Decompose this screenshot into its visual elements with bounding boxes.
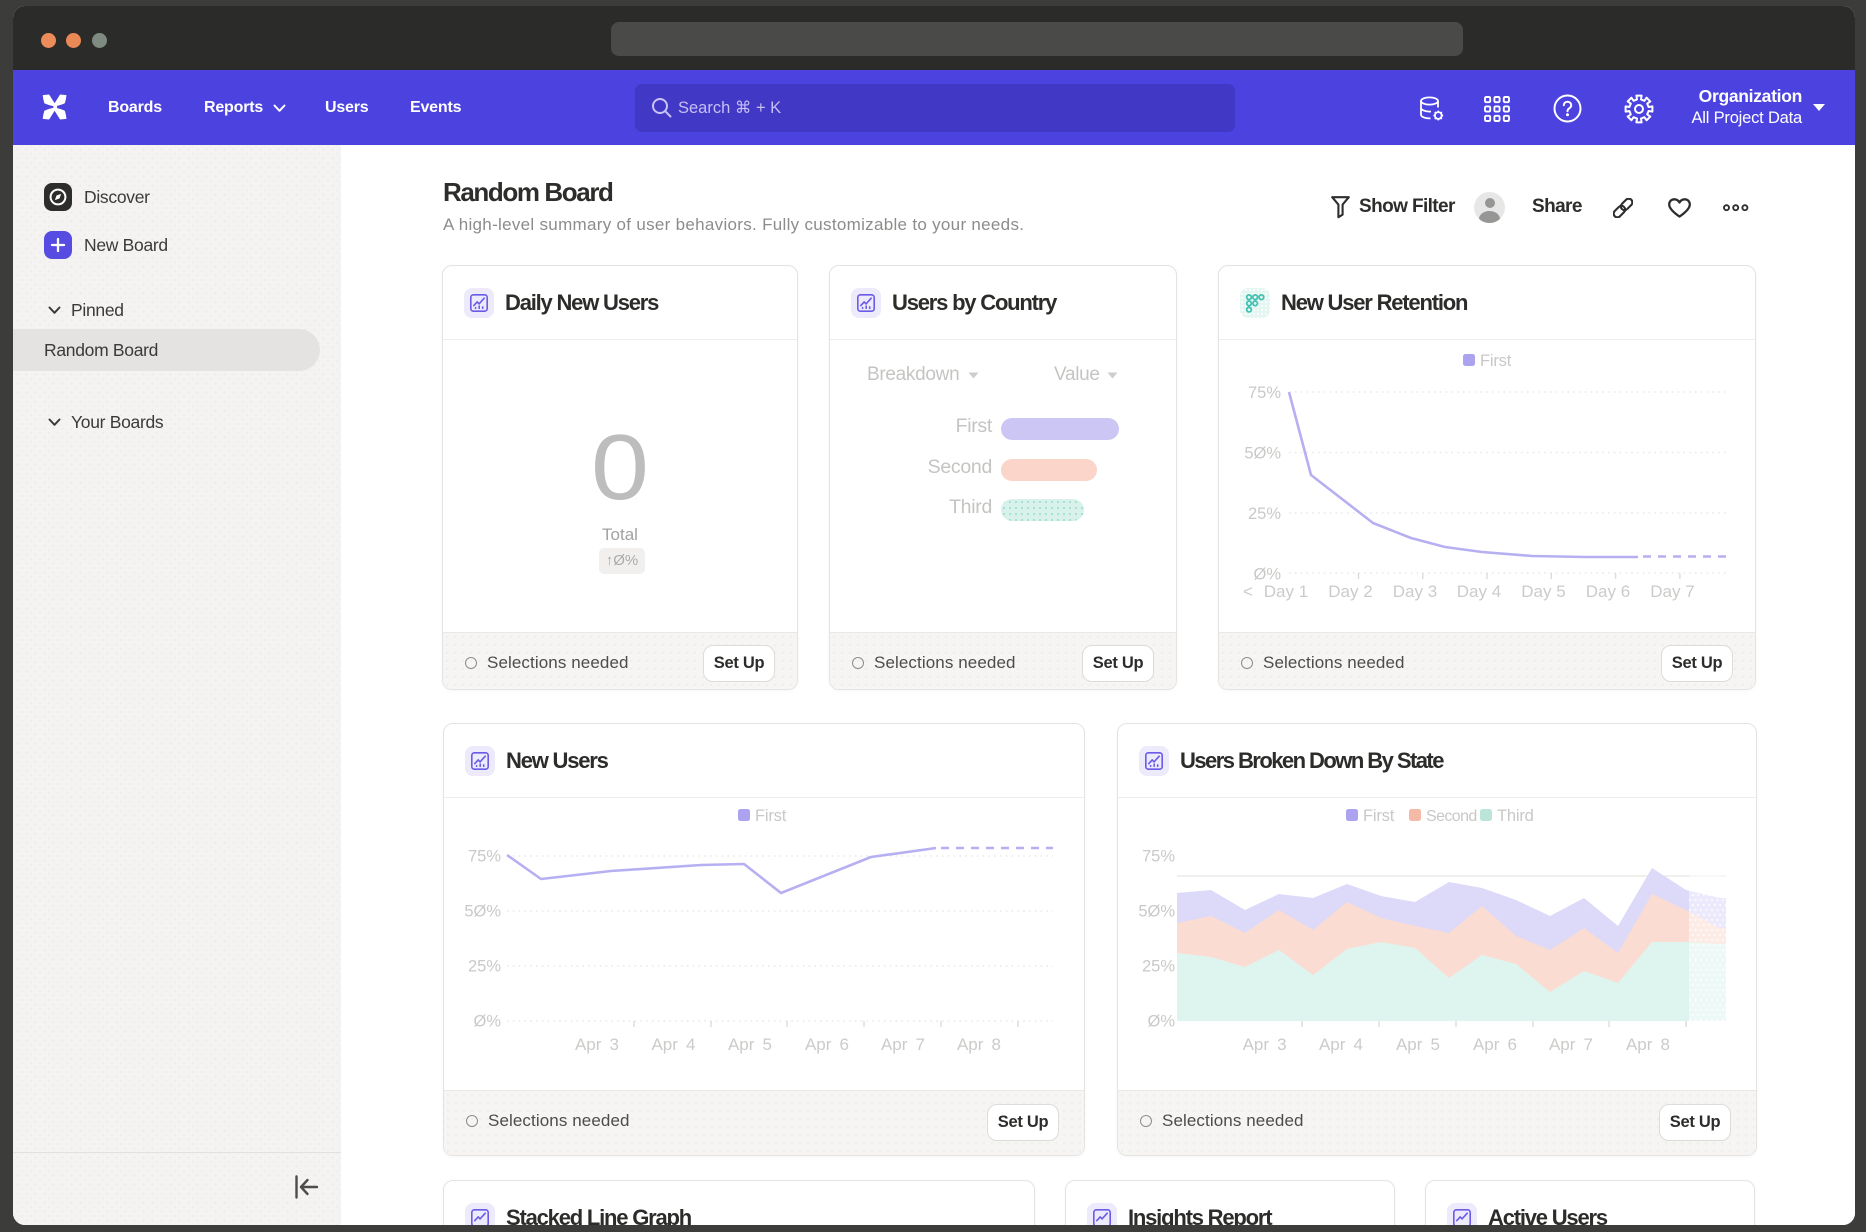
svg-text:Ø%: Ø%: [473, 1013, 501, 1031]
svg-text:Apr 4: Apr 4: [651, 1035, 695, 1054]
svg-text:Ø%: Ø%: [1253, 566, 1281, 584]
svg-text:5Ø%: 5Ø%: [1138, 903, 1175, 921]
svg-text:Apr 5: Apr 5: [1396, 1035, 1440, 1054]
svg-text:25%: 25%: [1142, 958, 1175, 976]
svg-text:25%: 25%: [1248, 505, 1281, 523]
svg-text:75%: 75%: [1248, 384, 1281, 402]
svg-text:Day 5: Day 5: [1521, 582, 1565, 601]
svg-text:Apr 7: Apr 7: [1549, 1035, 1593, 1054]
svg-text:25%: 25%: [468, 958, 501, 976]
svg-text:Apr 3: Apr 3: [575, 1035, 619, 1054]
svg-text:Day 3: Day 3: [1393, 582, 1437, 601]
svg-text:Apr 8: Apr 8: [1626, 1035, 1670, 1054]
svg-text:Day 1: Day 1: [1264, 582, 1308, 601]
svg-text:Day 4: Day 4: [1457, 582, 1501, 601]
svg-text:Day 6: Day 6: [1586, 582, 1630, 601]
svg-text:Apr 7: Apr 7: [881, 1035, 925, 1054]
svg-text:Third: Third: [1497, 807, 1534, 825]
svg-text:Ø%: Ø%: [1147, 1013, 1175, 1031]
svg-text:Apr 5: Apr 5: [728, 1035, 772, 1054]
svg-text:Apr 4: Apr 4: [1319, 1035, 1363, 1054]
svg-text:First: First: [1363, 807, 1395, 825]
svg-text:75%: 75%: [1142, 848, 1175, 866]
svg-text:Day 7: Day 7: [1650, 582, 1694, 601]
svg-text:First: First: [1480, 352, 1512, 370]
svg-text:Apr 6: Apr 6: [805, 1035, 849, 1054]
svg-text:Apr 8: Apr 8: [957, 1035, 1001, 1054]
svg-text:Second: Second: [1426, 808, 1477, 825]
svg-text:5Ø%: 5Ø%: [1244, 445, 1281, 463]
svg-text:Day 2: Day 2: [1328, 582, 1372, 601]
svg-text:Apr 3: Apr 3: [1243, 1035, 1287, 1054]
svg-text:First: First: [755, 807, 787, 825]
svg-text:5Ø%: 5Ø%: [464, 903, 501, 921]
svg-text:Apr 6: Apr 6: [1473, 1035, 1517, 1054]
svg-text:75%: 75%: [468, 848, 501, 866]
svg-text:<: <: [1243, 582, 1253, 601]
